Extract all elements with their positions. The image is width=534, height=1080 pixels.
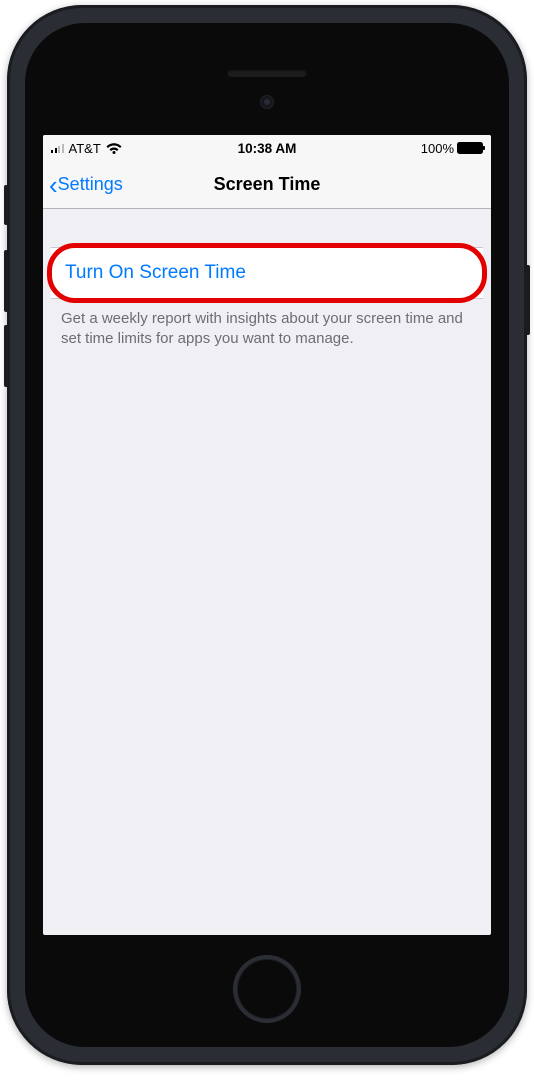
chevron-left-icon: ‹ — [49, 172, 58, 198]
turn-on-screen-time-cell[interactable]: Turn On Screen Time — [51, 247, 483, 299]
home-button[interactable] — [233, 955, 301, 1023]
back-button[interactable]: ‹ Settings — [49, 172, 123, 198]
clock: 10:38 AM — [238, 141, 297, 156]
back-label: Settings — [58, 174, 123, 195]
signal-icon — [51, 143, 64, 153]
page-title: Screen Time — [214, 174, 321, 195]
device-camera — [260, 95, 274, 109]
screen: AT&T 10:38 AM 100% ‹ Settings Screen Tim… — [43, 135, 491, 935]
status-bar: AT&T 10:38 AM 100% — [43, 135, 491, 161]
device-frame: AT&T 10:38 AM 100% ‹ Settings Screen Tim… — [7, 5, 527, 1065]
wifi-icon — [106, 142, 122, 154]
footer-description: Get a weekly report with insights about … — [43, 299, 491, 360]
nav-bar: ‹ Settings Screen Time — [43, 161, 491, 209]
carrier-label: AT&T — [69, 141, 101, 156]
battery-percent: 100% — [421, 141, 454, 156]
device-bezel: AT&T 10:38 AM 100% ‹ Settings Screen Tim… — [25, 23, 509, 1047]
turn-on-screen-time-label: Turn On Screen Time — [65, 262, 246, 283]
battery-icon — [457, 142, 483, 154]
content: Turn On Screen Time Get a weekly report … — [43, 209, 491, 360]
device-speaker — [227, 69, 307, 77]
